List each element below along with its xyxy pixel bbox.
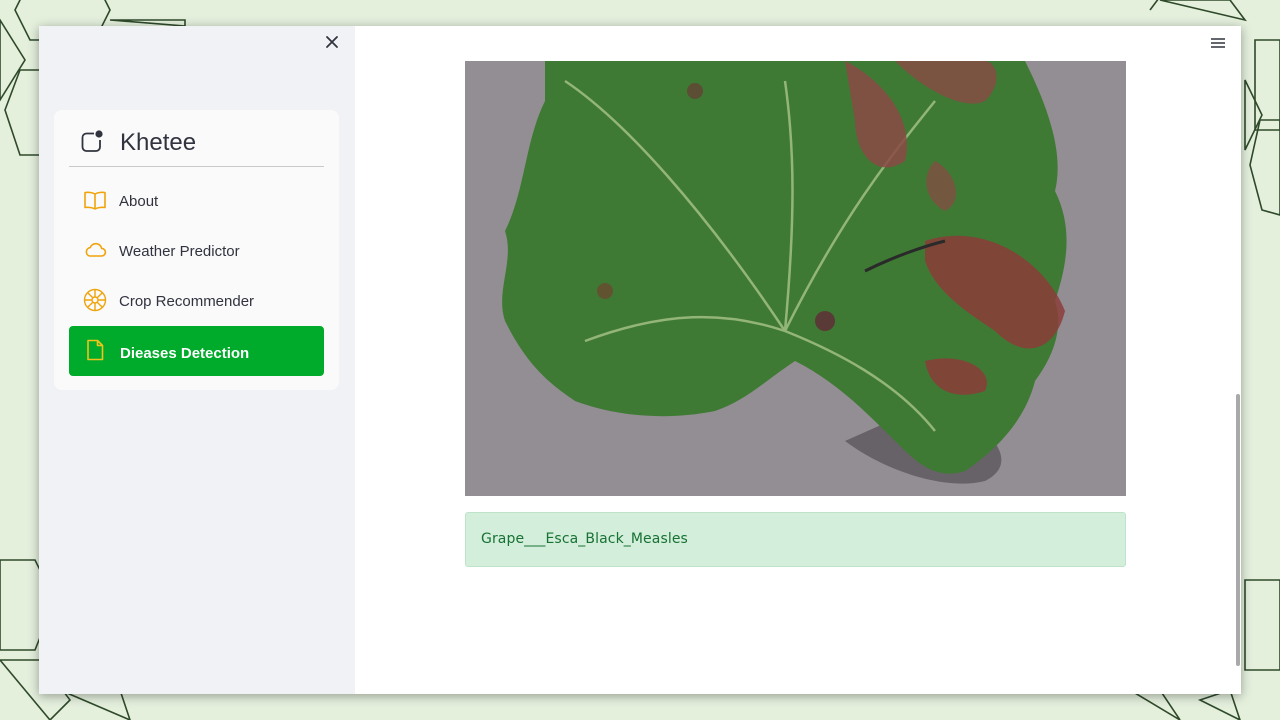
main-content: Grape___Esca_Black_Measles [355, 26, 1241, 694]
prediction-result-text: Grape___Esca_Black_Measles [481, 531, 688, 547]
book-icon [84, 191, 106, 210]
close-icon [326, 36, 338, 48]
app-window: Khetee About Weather Predictor Crop Reco… [39, 26, 1241, 694]
main-menu-button[interactable] [1209, 34, 1227, 52]
nav-label-weather-predictor: Weather Predictor [119, 243, 240, 260]
nav-label-crop-recommender: Crop Recommender [119, 293, 255, 310]
hamburger-menu-icon [1211, 38, 1225, 48]
option-menu: Khetee About Weather Predictor Crop Reco… [54, 110, 339, 390]
close-sidebar-button[interactable] [323, 33, 341, 51]
uploaded-leaf-image [465, 61, 1126, 496]
app-title: Khetee [120, 129, 197, 156]
scrollbar-thumb[interactable] [1236, 394, 1240, 666]
sidebar: Khetee About Weather Predictor Crop Reco… [39, 26, 355, 694]
app-indicator-icon [81, 130, 103, 152]
nav-item-weather-predictor[interactable]: Weather Predictor [69, 226, 324, 276]
flower-icon [83, 288, 107, 312]
nav-item-dieases-detection[interactable]: Dieases Detection [69, 326, 324, 376]
nav-label-dieases-detection: Dieases Detection [120, 345, 250, 362]
menu-header: Khetee [69, 124, 324, 167]
nav-label-about: About [119, 193, 159, 210]
nav-item-crop-recommender[interactable]: Crop Recommender [69, 276, 324, 326]
prediction-result-alert: Grape___Esca_Black_Measles [465, 512, 1126, 567]
cloud-icon [85, 242, 107, 257]
file-icon [87, 339, 104, 361]
nav-item-about[interactable]: About [69, 176, 324, 226]
